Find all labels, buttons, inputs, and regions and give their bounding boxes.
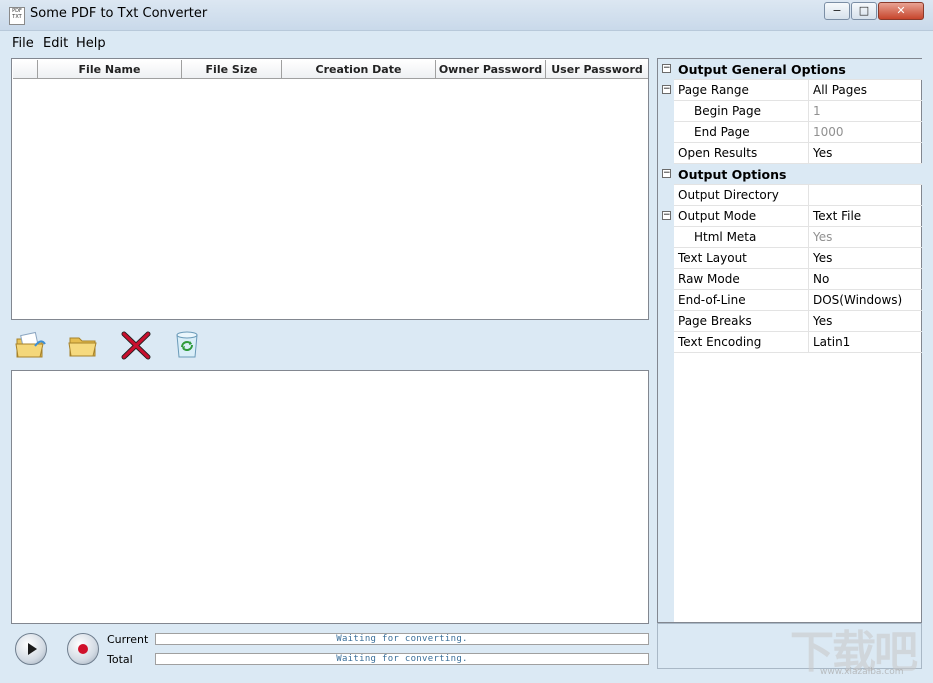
property-raw-mode[interactable]: Raw Mode No — [674, 269, 922, 290]
property-text-layout[interactable]: Text Layout Yes — [674, 248, 922, 269]
maximize-icon: □ — [858, 4, 870, 17]
record-stop-icon — [78, 644, 88, 654]
column-header-select[interactable] — [13, 60, 38, 79]
red-x-icon — [121, 331, 151, 360]
current-label: Current — [107, 633, 149, 646]
collapse-output-icon[interactable]: − — [662, 169, 671, 178]
property-name: Raw Mode — [678, 272, 740, 286]
property-value[interactable] — [808, 185, 922, 205]
total-progress-bar: Waiting for converting. — [155, 653, 649, 665]
property-text-encoding[interactable]: Text Encoding Latin1 — [674, 332, 922, 353]
clear-button[interactable] — [170, 328, 204, 362]
watermark-url: www.xiazaiba.com — [820, 667, 904, 677]
add-file-button[interactable] — [13, 328, 47, 362]
property-value[interactable]: All Pages — [808, 80, 922, 100]
property-value[interactable]: Yes — [808, 311, 922, 331]
property-name: End Page — [694, 125, 750, 139]
remove-button[interactable] — [119, 328, 153, 362]
options-property-grid[interactable]: Output General Options − Page Range All … — [657, 58, 922, 623]
folder-icon — [68, 337, 97, 357]
property-grid-gutter — [658, 59, 674, 622]
property-name: Html Meta — [694, 230, 757, 244]
property-name: Page Range — [678, 83, 749, 97]
category-output-general-options[interactable]: Output General Options — [674, 59, 922, 80]
recycle-bin-icon — [176, 331, 198, 358]
minimize-icon: − — [832, 4, 842, 17]
collapse-output-mode-icon[interactable]: − — [662, 211, 671, 220]
maximize-button[interactable]: □ — [851, 2, 877, 20]
window-title: Some PDF to Txt Converter — [30, 6, 208, 21]
property-value[interactable]: No — [808, 269, 922, 289]
category-output-options[interactable]: Output Options — [674, 164, 922, 185]
close-icon: ✕ — [896, 4, 906, 17]
column-header-file-size[interactable]: File Size — [182, 60, 282, 79]
property-end-of-line[interactable]: End-of-Line DOS(Windows) — [674, 290, 922, 311]
property-output-directory[interactable]: Output Directory — [674, 185, 922, 206]
property-output-mode[interactable]: Output Mode Text File — [674, 206, 922, 227]
category-label: Output Options — [678, 167, 787, 182]
play-icon — [28, 643, 37, 655]
property-value[interactable]: 1 — [808, 101, 922, 121]
open-file-icon — [15, 331, 46, 358]
property-end-page[interactable]: End Page 1000 — [674, 122, 922, 143]
log-output-area[interactable] — [11, 370, 649, 624]
menu-edit-label: Edit — [43, 36, 69, 51]
menu-help[interactable]: Help — [76, 36, 106, 51]
property-page-breaks[interactable]: Page Breaks Yes — [674, 311, 922, 332]
minimize-button[interactable]: − — [824, 2, 850, 20]
property-value[interactable]: Latin1 — [808, 332, 922, 352]
stop-convert-button[interactable] — [67, 633, 99, 665]
title-bar: PDF TXT Some PDF to Txt Converter − □ ✕ — [0, 0, 933, 31]
app-pdf-icon: PDF TXT — [9, 7, 25, 25]
menu-edit[interactable]: Edit — [43, 36, 68, 51]
property-name: Output Directory — [678, 188, 779, 202]
column-header-user-password[interactable]: User Password — [546, 60, 648, 79]
property-open-results[interactable]: Open Results Yes — [674, 143, 922, 164]
column-header-creation-date[interactable]: Creation Date — [282, 60, 436, 79]
menu-help-label: Help — [76, 36, 106, 51]
property-page-range[interactable]: Page Range All Pages — [674, 80, 922, 101]
property-value[interactable]: Text File — [808, 206, 922, 226]
close-button[interactable]: ✕ — [878, 2, 924, 20]
property-value[interactable]: 1000 — [808, 122, 922, 142]
total-label: Total — [107, 653, 133, 666]
menu-bar: File Edit Help — [0, 31, 933, 55]
category-label: Output General Options — [678, 62, 846, 77]
current-progress-bar: Waiting for converting. — [155, 633, 649, 645]
property-name: Output Mode — [678, 209, 757, 223]
property-html-meta[interactable]: Html Meta Yes — [674, 227, 922, 248]
property-name: Page Breaks — [678, 314, 752, 328]
collapse-page-range-icon[interactable]: − — [662, 85, 671, 94]
menu-file-label: File — [12, 36, 34, 51]
property-value[interactable]: Yes — [808, 143, 922, 163]
property-name: Text Encoding — [678, 335, 762, 349]
property-name: Text Layout — [678, 251, 747, 265]
property-name: Begin Page — [694, 104, 762, 118]
menu-file[interactable]: File — [12, 36, 34, 51]
add-folder-button[interactable] — [66, 328, 100, 362]
column-header-file-name[interactable]: File Name — [38, 60, 182, 79]
property-name: Open Results — [678, 146, 758, 160]
property-begin-page[interactable]: Begin Page 1 — [674, 101, 922, 122]
property-value[interactable]: Yes — [808, 227, 922, 247]
collapse-general-icon[interactable]: − — [662, 64, 671, 73]
property-value[interactable]: DOS(Windows) — [808, 290, 922, 310]
start-convert-button[interactable] — [15, 633, 47, 665]
property-value[interactable]: Yes — [808, 248, 922, 268]
column-header-owner-password[interactable]: Owner Password — [436, 60, 546, 79]
file-list-table[interactable]: File Name File Size Creation Date Owner … — [11, 58, 649, 320]
property-name: End-of-Line — [678, 293, 746, 307]
